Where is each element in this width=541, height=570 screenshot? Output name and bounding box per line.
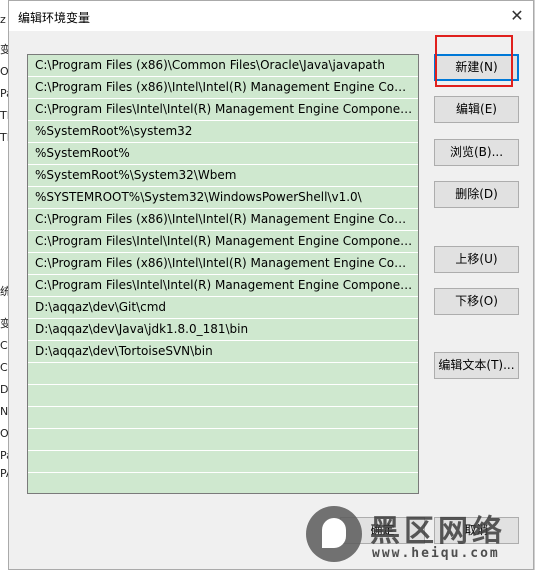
path-list-item[interactable]	[28, 385, 418, 407]
edit-button[interactable]: 编辑(E)	[434, 96, 519, 123]
path-list-item[interactable]: C:\Program Files (x86)\Intel\Intel(R) Ma…	[28, 209, 418, 231]
close-icon[interactable]: ✕	[507, 6, 527, 26]
background-window-right	[534, 0, 541, 570]
background-text-fragment: z	[0, 13, 6, 26]
move-up-button[interactable]: 上移(U)	[434, 246, 519, 273]
path-list-item[interactable]: C:\Program Files (x86)\Intel\Intel(R) Ma…	[28, 77, 418, 99]
edit-env-variable-dialog: 编辑环境变量 ✕ C:\Program Files (x86)\Common F…	[8, 0, 534, 570]
path-list-item[interactable]	[28, 473, 418, 493]
delete-button[interactable]: 删除(D)	[434, 181, 519, 208]
move-down-button[interactable]: 下移(O)	[434, 288, 519, 315]
path-list-item[interactable]: %SystemRoot%\System32\Wbem	[28, 165, 418, 187]
new-button[interactable]: 新建(N)	[434, 54, 519, 81]
path-list-item[interactable]: %SYSTEMROOT%\System32\WindowsPowerShell\…	[28, 187, 418, 209]
title-bar: 编辑环境变量 ✕	[9, 1, 533, 31]
path-list-item[interactable]: C:\Program Files\Intel\Intel(R) Manageme…	[28, 231, 418, 253]
cancel-button[interactable]: 取消	[434, 517, 519, 544]
path-list-item[interactable]: D:\aqqaz\dev\TortoiseSVN\bin	[28, 341, 418, 363]
edit-text-button[interactable]: 编辑文本(T)...	[434, 352, 519, 379]
path-list-item[interactable]	[28, 363, 418, 385]
path-list-item[interactable]: %SystemRoot%	[28, 143, 418, 165]
path-list-item[interactable]: C:\Program Files (x86)\Intel\Intel(R) Ma…	[28, 253, 418, 275]
path-list-item[interactable]	[28, 451, 418, 473]
path-list[interactable]: C:\Program Files (x86)\Common Files\Orac…	[27, 54, 419, 494]
path-list-item[interactable]: C:\Program Files\Intel\Intel(R) Manageme…	[28, 99, 418, 121]
ok-button[interactable]: 确定	[340, 517, 425, 544]
background-text-fragment: N	[0, 405, 9, 418]
path-list-item[interactable]	[28, 429, 418, 451]
path-list-item[interactable]: D:\aqqaz\dev\Git\cmd	[28, 297, 418, 319]
path-list-item[interactable]	[28, 407, 418, 429]
path-list-item[interactable]: D:\aqqaz\dev\Java\jdk1.8.0_181\bin	[28, 319, 418, 341]
dialog-title: 编辑环境变量	[18, 11, 91, 25]
path-list-item[interactable]: C:\Program Files\Intel\Intel(R) Manageme…	[28, 275, 418, 297]
browse-button[interactable]: 浏览(B)...	[434, 139, 519, 166]
path-list-item[interactable]: %SystemRoot%\system32	[28, 121, 418, 143]
path-list-item[interactable]: C:\Program Files (x86)\Common Files\Orac…	[28, 55, 418, 77]
